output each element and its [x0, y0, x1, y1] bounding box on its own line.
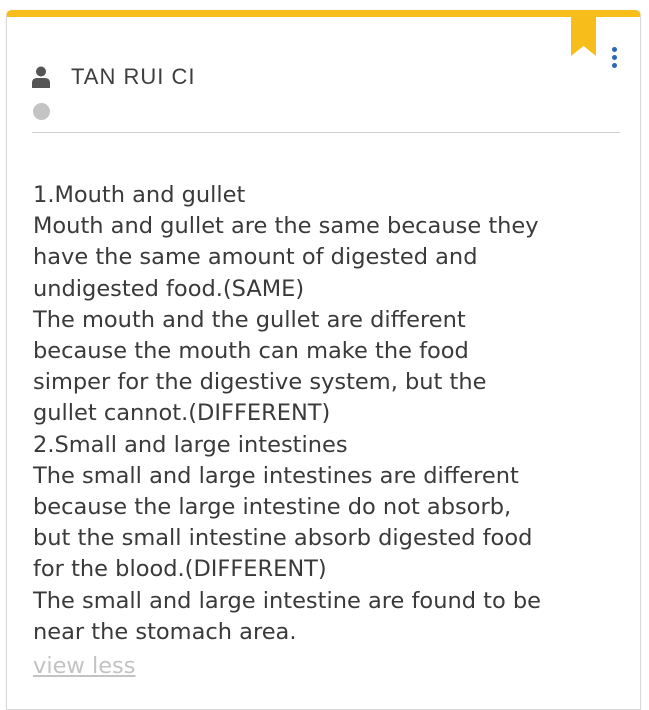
more-vertical-icon[interactable] — [608, 47, 620, 73]
author-name: TAN RUI CI — [71, 64, 196, 89]
status-dot — [33, 103, 50, 120]
header-divider — [32, 132, 620, 133]
post-content: 1.Mouth and gullet Mouth and gullet are … — [33, 182, 542, 645]
view-less-link[interactable]: view less — [33, 651, 136, 682]
user-icon — [32, 66, 50, 88]
post-author-header: TAN RUI CI — [32, 64, 195, 90]
post-card: TAN RUI CI 1.Mouth and gullet Mouth and … — [6, 10, 641, 710]
bookmark-icon[interactable] — [571, 10, 596, 56]
